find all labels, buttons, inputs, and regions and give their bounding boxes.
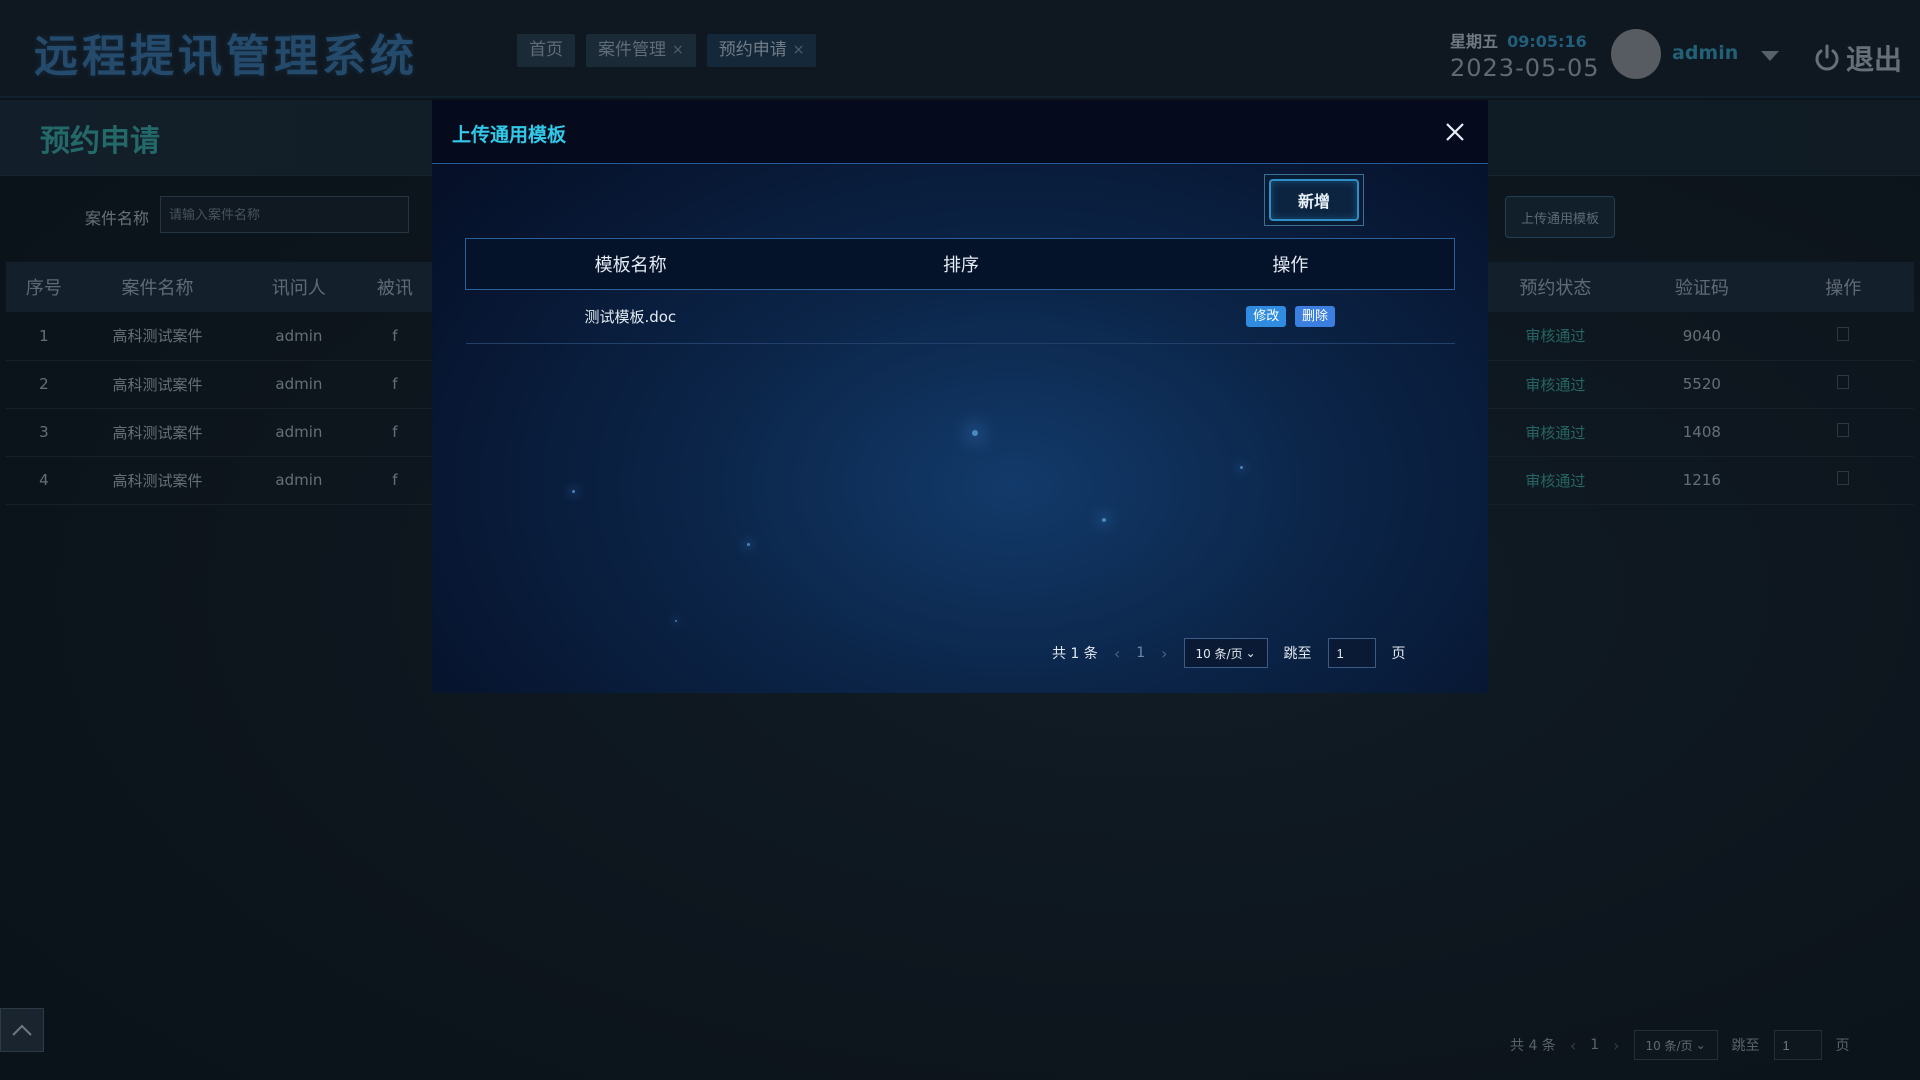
template-table: 模板名称 排序 操作 测试模板.doc 修改 删除: [465, 238, 1455, 344]
star-decoration: [1102, 518, 1106, 522]
close-icon[interactable]: [1442, 119, 1468, 145]
add-button-label: 新增: [1269, 179, 1359, 221]
column-header: 模板名称: [465, 238, 796, 290]
jump-page-input[interactable]: [1327, 638, 1376, 668]
jump-label: 跳至: [1283, 646, 1312, 662]
modal-title: 上传通用模板: [452, 124, 567, 146]
star-decoration: [572, 490, 575, 493]
table-row: 测试模板.doc 修改 删除: [465, 289, 1455, 344]
chevron-left-icon[interactable]: ‹: [1114, 644, 1120, 663]
page-size-value: 10 条/页: [1195, 646, 1243, 661]
star-decoration: [747, 543, 750, 546]
pagination-page[interactable]: 1: [1136, 645, 1145, 661]
column-header: 排序: [795, 238, 1127, 290]
column-header: 操作: [1126, 238, 1455, 290]
star-decoration: [972, 430, 978, 436]
page-size-select[interactable]: 10 条/页 ⌄: [1183, 638, 1268, 668]
modal-pagination: 共 1 条 ‹ 1 › 10 条/页 ⌄ 跳至 页: [1052, 638, 1406, 668]
modal-header: 上传通用模板: [432, 100, 1488, 164]
star-decoration: [675, 620, 677, 622]
chevron-right-icon[interactable]: ›: [1161, 644, 1167, 663]
star-decoration: [1240, 466, 1243, 469]
add-template-button[interactable]: 新增: [1264, 174, 1364, 226]
delete-button[interactable]: 删除: [1295, 306, 1336, 327]
chevron-down-icon: ⌄: [1245, 646, 1256, 660]
template-name: 测试模板.doc: [465, 289, 796, 344]
pagination-total: 共 1 条: [1052, 646, 1098, 662]
page-suffix: 页: [1391, 646, 1406, 662]
table-header-row: 模板名称 排序 操作: [465, 238, 1455, 290]
edit-button[interactable]: 修改: [1246, 306, 1287, 327]
template-order: [795, 289, 1127, 344]
upload-template-modal: 上传通用模板 新增 模板名称 排序 操作 测试模板.doc 修改 删除 共 1 …: [432, 100, 1488, 693]
